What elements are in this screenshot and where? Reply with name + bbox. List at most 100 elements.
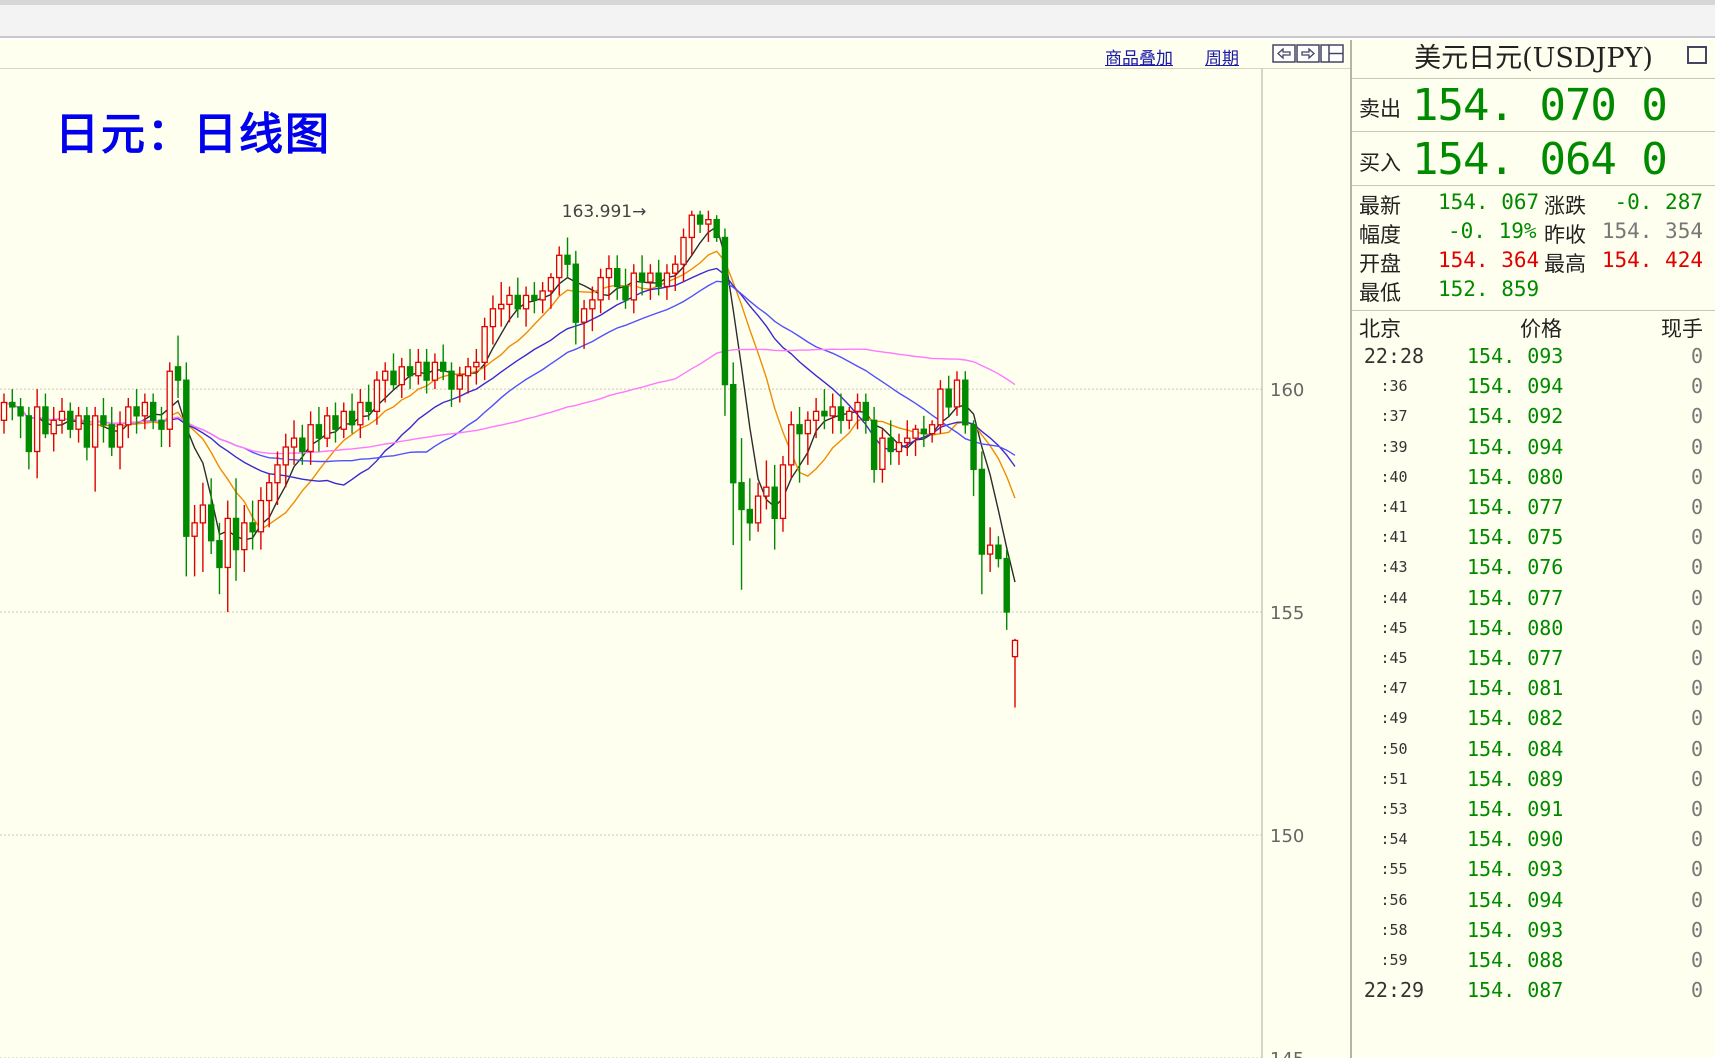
- candle-body: [556, 254, 563, 279]
- candle-body: [431, 361, 439, 381]
- tick-row: :49 154. 082 0: [1352, 703, 1715, 733]
- tick-time: :47: [1380, 679, 1408, 698]
- candle-body: [365, 401, 372, 413]
- candle-body: [779, 464, 787, 520]
- candle-body: [771, 486, 778, 520]
- y-tick-label: 155: [1270, 603, 1304, 624]
- tick-price: 154. 092: [1467, 404, 1564, 429]
- candle-body: [647, 272, 654, 283]
- candle-body: [116, 424, 124, 448]
- candle-body: [456, 375, 463, 390]
- tick-row: :51 154. 089 0: [1352, 764, 1715, 794]
- tick-volume: 0: [1690, 766, 1703, 791]
- candle-body: [232, 517, 240, 551]
- candle-body: [506, 294, 513, 306]
- candle-body: [796, 424, 803, 435]
- tick-price: 154. 080: [1467, 615, 1564, 640]
- candlestick-chart: 160 155 150 145 163.991→: [0, 68, 1304, 1058]
- tick-volume: 0: [1690, 434, 1703, 459]
- tick-row: 22:28 154. 093 0: [1352, 341, 1715, 371]
- ma-line: [3, 348, 1016, 455]
- tick-volume: 0: [1690, 948, 1703, 972]
- window-top-bar: [0, 0, 1715, 38]
- candle-body: [663, 272, 671, 288]
- candle-body: [854, 401, 861, 413]
- tick-volume: 0: [1690, 344, 1703, 368]
- candle-body: [33, 406, 41, 453]
- candle-body: [995, 544, 1002, 560]
- candle-body: [191, 522, 198, 537]
- tick-price: 154. 077: [1467, 495, 1564, 519]
- candle-body: [282, 446, 289, 466]
- tick-time: :55: [1380, 860, 1408, 879]
- tick-header-price: 价格: [1520, 317, 1562, 341]
- tick-row: :59 154. 088 0: [1352, 945, 1715, 975]
- panel-title: 美元日元(USDJPY): [1352, 40, 1715, 79]
- candle-body: [730, 383, 737, 484]
- tick-time: :58: [1380, 920, 1408, 939]
- candle-body: [862, 401, 870, 421]
- candle-body: [67, 410, 74, 430]
- tick-time: :36: [1380, 377, 1408, 396]
- tick-price: 154. 081: [1467, 676, 1564, 701]
- chart-title: 日元：日线图: [55, 109, 331, 160]
- candle-body: [696, 214, 704, 225]
- tick-volume: 0: [1690, 495, 1703, 519]
- candle-body: [448, 370, 455, 390]
- tick-volume: 0: [1690, 464, 1703, 489]
- candle-body: [870, 419, 878, 471]
- tick-row: :55 154. 093 0: [1352, 854, 1715, 884]
- tick-price: 154. 084: [1467, 736, 1564, 761]
- candle-body: [1011, 639, 1019, 658]
- candle-body: [265, 482, 273, 502]
- tick-volume: 0: [1690, 978, 1703, 1003]
- quote-panel: 美元日元(USDJPY) 卖出 154. 070 0 买入 154. 064 0…: [1350, 40, 1715, 1058]
- open-value: 154. 364: [1438, 248, 1540, 272]
- candle-body: [224, 517, 231, 569]
- tick-time: 22:29: [1363, 978, 1425, 1003]
- candle-body: [945, 388, 952, 408]
- candle-body: [125, 406, 132, 426]
- candle-body: [241, 522, 248, 551]
- tick-row: :44 154. 077 0: [1352, 583, 1715, 613]
- candle-body: [680, 236, 687, 265]
- latest-label: 最新: [1359, 194, 1401, 218]
- candle-body: [879, 437, 886, 471]
- y-tick-label: 150: [1270, 826, 1304, 847]
- candle-body: [564, 254, 571, 265]
- candle-body: [58, 410, 66, 421]
- candle-body: [91, 415, 99, 448]
- tick-row: :50 154. 084 0: [1352, 734, 1715, 764]
- candle-body: [75, 415, 82, 430]
- candle-body: [25, 415, 33, 453]
- low-value: 152. 859: [1438, 277, 1540, 301]
- candle-body: [978, 468, 986, 555]
- candle-body: [962, 379, 969, 426]
- candle-body: [307, 424, 314, 453]
- tick-volume: 0: [1690, 676, 1703, 701]
- buy-label: 买入: [1359, 151, 1401, 175]
- candle-body: [166, 370, 173, 430]
- candle-body: [290, 437, 298, 448]
- tick-row: :36 154. 094 0: [1352, 371, 1715, 401]
- prev-close-value: 154. 354: [1601, 219, 1703, 243]
- candle-body: [357, 401, 364, 426]
- candle-body: [763, 486, 770, 497]
- maximize-icon[interactable]: [1687, 46, 1707, 64]
- candle-body: [1003, 557, 1010, 613]
- candle-body: [274, 464, 281, 484]
- candle-body: [738, 482, 745, 511]
- candle-body: [497, 303, 505, 310]
- tick-row: :56 154. 094 0: [1352, 885, 1715, 915]
- candle-body: [50, 419, 57, 435]
- tick-price: 154. 075: [1467, 525, 1564, 550]
- y-tick-label: 145: [1270, 1049, 1304, 1058]
- tick-time: :50: [1380, 739, 1408, 758]
- tick-price: 154. 077: [1467, 646, 1564, 670]
- change-label: 涨跌: [1544, 194, 1586, 218]
- candle-body: [912, 428, 919, 439]
- tick-price: 154. 080: [1467, 464, 1564, 489]
- candle-body: [481, 325, 488, 363]
- tick-row: :58 154. 093 0: [1352, 915, 1715, 945]
- tick-time: :44: [1380, 588, 1408, 607]
